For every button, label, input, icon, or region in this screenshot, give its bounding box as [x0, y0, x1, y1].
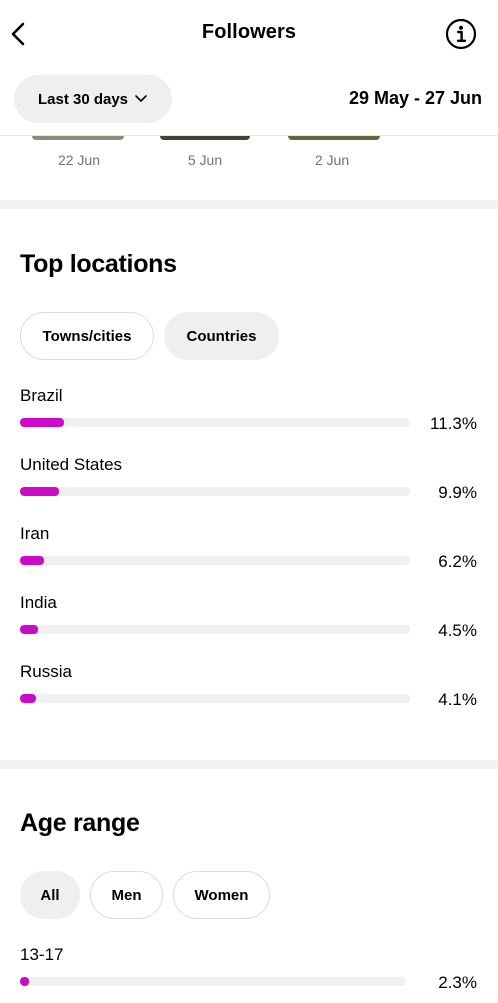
- thumbnail-date: 5 Jun: [187, 152, 223, 168]
- age-bar-track: [20, 977, 406, 986]
- thumbnail[interactable]: [288, 136, 380, 140]
- location-name: United States: [20, 455, 123, 474]
- thumbnail-date: 2 Jun: [314, 152, 350, 168]
- period-label: Last 30 days: [37, 90, 129, 108]
- top-bar: Followers: [0, 0, 498, 66]
- location-bar-track: [20, 418, 410, 427]
- location-name: Russia: [20, 662, 72, 681]
- location-percent: 4.5%: [438, 621, 477, 640]
- tab-women[interactable]: Women: [173, 871, 270, 919]
- tab-all[interactable]: All: [20, 871, 80, 919]
- location-bar-track: [20, 556, 410, 565]
- location-bar-fill: [20, 556, 45, 565]
- location-bar-fill: [20, 487, 59, 496]
- period-dropdown[interactable]: Last 30 days: [14, 75, 172, 123]
- thumbnail-date: 22 Jun: [57, 152, 101, 168]
- period-row: Last 30 days 29 May - 27 Jun: [0, 66, 498, 136]
- location-bar-track: [20, 694, 410, 703]
- location-bar-track: [20, 487, 410, 496]
- section-divider: [0, 760, 498, 769]
- age-bar-fill: [20, 977, 29, 986]
- location-bar-fill: [20, 625, 38, 634]
- thumbnail-strip[interactable]: 22 Jun 5 Jun 2 Jun: [0, 136, 498, 206]
- location-bar-fill: [20, 694, 36, 703]
- info-button[interactable]: [445, 18, 477, 50]
- location-percent: 6.2%: [438, 552, 477, 571]
- location-percent: 11.3%: [430, 414, 477, 433]
- tab-countries[interactable]: Countries: [164, 312, 279, 360]
- age-bracket-name: 13-17: [20, 945, 64, 964]
- location-percent: 9.9%: [438, 483, 477, 502]
- location-bar-fill: [20, 418, 65, 427]
- location-name: Iran: [20, 524, 50, 543]
- location-bar-track: [20, 625, 410, 634]
- tab-men[interactable]: Men: [90, 871, 163, 919]
- age-range-title: Age range: [20, 809, 140, 837]
- thumbnail[interactable]: [32, 136, 124, 140]
- date-range: 29 May - 27 Jun: [348, 88, 482, 108]
- location-name: Brazil: [20, 386, 63, 405]
- top-locations-title: Top locations: [20, 250, 177, 278]
- thumbnail[interactable]: [160, 136, 250, 140]
- page-title: Followers: [201, 21, 297, 43]
- chevron-down-icon: [135, 95, 147, 102]
- tab-towns-cities[interactable]: Towns/cities: [20, 312, 154, 360]
- section-divider: [0, 200, 498, 209]
- location-percent: 4.1%: [438, 690, 477, 709]
- info-circle-icon: [445, 18, 477, 50]
- age-percent: 2.3%: [438, 973, 477, 992]
- location-name: India: [20, 593, 57, 612]
